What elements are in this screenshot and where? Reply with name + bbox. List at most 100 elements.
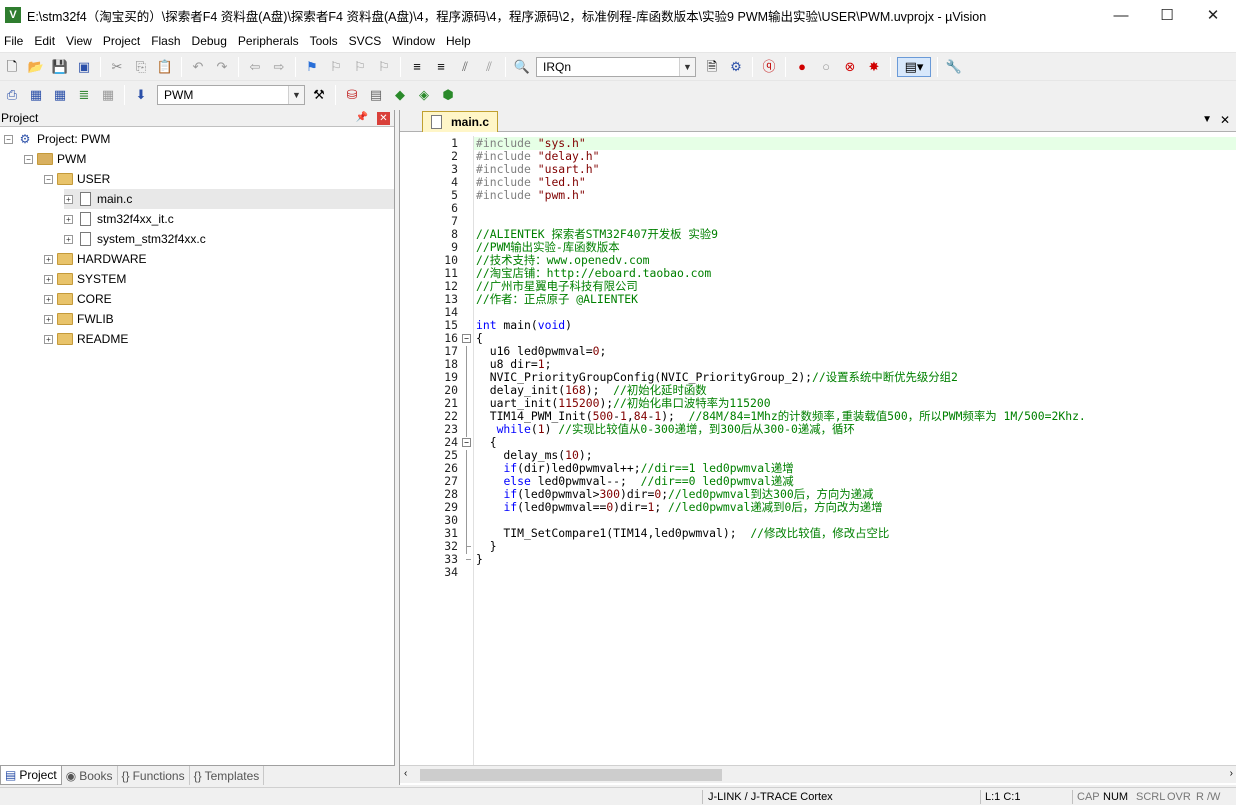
paste-icon[interactable]: 📋 xyxy=(155,57,175,77)
tree-expander-icon[interactable]: + xyxy=(64,234,73,244)
menu-item-flash[interactable]: Flash xyxy=(147,34,187,48)
menu-item-peripherals[interactable]: Peripherals xyxy=(234,34,306,48)
build-icon[interactable]: ▦ xyxy=(26,85,46,105)
file-extensions-icon[interactable]: ▤ xyxy=(366,85,386,105)
chevron-down-icon[interactable]: ▼ xyxy=(1202,114,1212,125)
bookmark-icon[interactable]: ⚑ xyxy=(302,57,322,77)
tree-item-folder[interactable]: + HARDWARE xyxy=(44,249,394,269)
menu-item-svcs[interactable]: SVCS xyxy=(345,34,389,48)
new-file-icon[interactable]: 🗋 xyxy=(2,57,22,77)
source-browser-icon[interactable]: ⚙ xyxy=(726,57,746,77)
scroll-right-icon[interactable]: › xyxy=(1230,768,1233,779)
tab-templates[interactable]: {} Templates xyxy=(190,766,265,785)
window-layout-icon[interactable]: ▤▾ xyxy=(897,56,931,77)
menu-item-file[interactable]: File xyxy=(0,34,30,48)
close-icon[interactable]: ✕ xyxy=(1220,113,1230,127)
tree-expander-icon[interactable]: + xyxy=(44,254,53,264)
stop-build-icon[interactable]: ▦ xyxy=(98,85,118,105)
close-icon[interactable]: ✕ xyxy=(377,112,390,125)
menu-item-edit[interactable]: Edit xyxy=(30,34,62,48)
tree-expander-icon[interactable]: + xyxy=(64,214,73,224)
fold-collapse-icon[interactable]: − xyxy=(462,334,471,343)
tree-item-folder[interactable]: − USER xyxy=(44,169,394,189)
tab-functions[interactable]: {} Functions xyxy=(118,766,190,785)
menu-item-project[interactable]: Project xyxy=(99,34,147,48)
comment-icon[interactable]: ⫽ xyxy=(455,57,475,77)
code-token: 168 xyxy=(565,383,586,397)
target-options-icon[interactable]: ⚒ xyxy=(309,85,329,105)
cut-icon[interactable]: ✂ xyxy=(107,57,127,77)
kill-breakpoints-icon[interactable]: ✸ xyxy=(864,57,884,77)
menu-item-help[interactable]: Help xyxy=(442,34,478,48)
disable-breakpoints-icon[interactable]: ⊗ xyxy=(840,57,860,77)
tree-item-folder[interactable]: + SYSTEM xyxy=(44,269,394,289)
insert-breakpoint-icon[interactable]: ● xyxy=(792,57,812,77)
minimize-button[interactable]: — xyxy=(1098,0,1144,30)
find-in-files-icon[interactable]: 🔍 xyxy=(512,57,532,77)
scrollbar-thumb[interactable] xyxy=(420,769,722,781)
editor-tab-main-c[interactable]: main.c xyxy=(422,111,499,132)
tree-item-file[interactable]: + stm32f4xx_it.c xyxy=(64,209,394,229)
find-combo[interactable]: IRQn ▼ xyxy=(536,56,696,77)
navigate-forward-icon[interactable]: ⇨ xyxy=(269,57,289,77)
open-file-icon[interactable]: 📂 xyxy=(26,57,46,77)
prev-bookmark-icon[interactable]: ⚐ xyxy=(326,57,346,77)
fold-collapse-icon[interactable]: − xyxy=(462,438,471,447)
tree-expander-icon[interactable]: + xyxy=(44,334,53,344)
chevron-down-icon[interactable]: ▼ xyxy=(679,57,695,76)
configure-icon[interactable]: 🔧 xyxy=(944,57,964,77)
tree-item-folder[interactable]: + CORE xyxy=(44,289,394,309)
tree-item-target[interactable]: − PWM xyxy=(24,149,394,169)
tree-item-file[interactable]: + main.c xyxy=(64,189,394,209)
tree-expander-icon[interactable]: + xyxy=(44,274,53,284)
rebuild-icon[interactable]: ▦ xyxy=(50,85,70,105)
download-icon[interactable]: ⬇ xyxy=(131,85,151,105)
scroll-left-icon[interactable]: ‹ xyxy=(404,768,407,779)
menu-item-debug[interactable]: Debug xyxy=(188,34,234,48)
indent-icon[interactable]: ≡ xyxy=(407,57,427,77)
next-bookmark-icon[interactable]: ⚐ xyxy=(350,57,370,77)
tree-expander-icon[interactable]: + xyxy=(64,194,73,204)
manage-rte-icon[interactable]: ⬢ xyxy=(438,85,458,105)
code-token: 300 xyxy=(599,487,621,501)
tab-project[interactable]: ▤ Project xyxy=(0,766,62,785)
start-debug-icon[interactable]: ⓠ xyxy=(759,57,779,77)
redo-icon[interactable]: ↷ xyxy=(212,57,232,77)
tree-expander-icon[interactable]: + xyxy=(44,314,53,324)
tree-item-project[interactable]: − ⚙ Project: PWM xyxy=(4,129,394,149)
pin-icon[interactable]: 📌 xyxy=(356,112,368,123)
batch-build-icon[interactable]: ≣ xyxy=(74,85,94,105)
target-combo[interactable]: PWM ▼ xyxy=(157,84,305,105)
save-all-icon[interactable]: ▣ xyxy=(74,57,94,77)
undo-icon[interactable]: ↶ xyxy=(188,57,208,77)
menu-item-window[interactable]: Window xyxy=(388,34,442,48)
select-packs-icon[interactable]: ◆ xyxy=(390,85,410,105)
tree-expander-icon[interactable]: + xyxy=(44,294,53,304)
tab-books[interactable]: ◉ Books xyxy=(62,766,118,785)
tree-expander-icon[interactable]: − xyxy=(44,174,53,184)
tree-item-folder[interactable]: + README xyxy=(44,329,394,349)
tree-expander-icon[interactable]: − xyxy=(24,154,33,164)
copy-icon[interactable]: ⎘ xyxy=(131,57,151,77)
folder-icon xyxy=(57,172,73,186)
menu-item-tools[interactable]: Tools xyxy=(306,34,345,48)
unindent-icon[interactable]: ≡ xyxy=(431,57,451,77)
uncomment-icon[interactable]: ⫽ xyxy=(479,57,499,77)
tree-item-folder[interactable]: + FWLIB xyxy=(44,309,394,329)
pack-installer-icon[interactable]: ◈ xyxy=(414,85,434,105)
save-icon[interactable]: 💾 xyxy=(50,57,70,77)
manage-components-icon[interactable]: ⛁ xyxy=(342,85,362,105)
maximize-button[interactable]: ☐ xyxy=(1144,0,1190,30)
enable-breakpoint-icon[interactable]: ○ xyxy=(816,57,836,77)
tree-expander-icon[interactable]: − xyxy=(4,134,13,144)
chevron-down-icon[interactable]: ▼ xyxy=(288,85,304,104)
translate-icon[interactable]: ⎙ xyxy=(2,85,22,105)
clear-bookmarks-icon[interactable]: ⚐ xyxy=(374,57,394,77)
close-button[interactable]: ✕ xyxy=(1190,0,1236,30)
menu-item-view[interactable]: View xyxy=(62,34,99,48)
navigate-back-icon[interactable]: ⇦ xyxy=(245,57,265,77)
tree-item-file[interactable]: + system_stm32f4xx.c xyxy=(64,229,394,249)
incremental-find-icon[interactable]: 🗎 xyxy=(702,57,722,77)
code-editor[interactable]: 1 2 3 4 5 6 7 8 9 10 11 12 13 14 15 16 17 18 19 20 21 22 23 24 2… xyxy=(404,136,1236,766)
horizontal-scrollbar[interactable]: ‹ › xyxy=(400,765,1236,783)
